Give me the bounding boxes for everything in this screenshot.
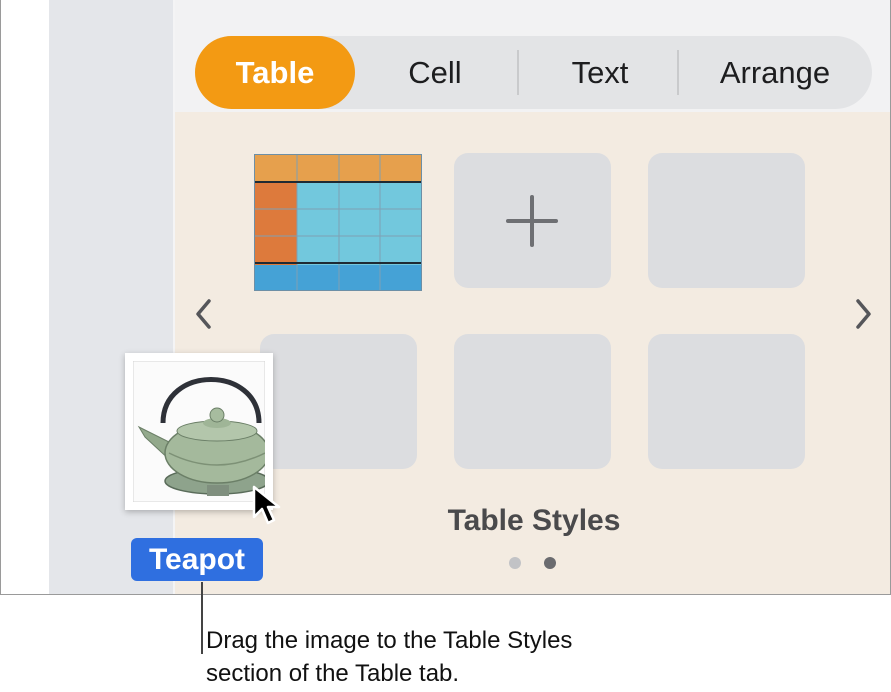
add-table-style-button[interactable] (454, 153, 611, 288)
tab-separator (677, 50, 679, 95)
pointer-cursor-icon (252, 485, 281, 525)
tab-text[interactable]: Text (525, 36, 675, 109)
table-style-slot[interactable] (648, 334, 805, 469)
table-style-swatch[interactable] (254, 154, 422, 291)
tab-table[interactable]: Table (195, 36, 355, 109)
table-style-slot[interactable] (454, 334, 611, 469)
canvas-edge (1, 0, 49, 594)
tab-cell[interactable]: Cell (355, 36, 515, 109)
plus-icon (530, 195, 534, 247)
callout-text: Drag the image to the Table Styles secti… (206, 627, 573, 687)
chevron-left-icon[interactable] (189, 296, 219, 332)
chevron-right-icon[interactable] (848, 296, 878, 332)
teapot-image (133, 361, 265, 502)
table-styles-title: Table Styles (447, 504, 621, 537)
table-style-slot[interactable] (260, 334, 417, 469)
table-style-preview (255, 155, 421, 290)
tab-bar: Table Cell Text Arrange (175, 0, 890, 112)
table-style-slot[interactable] (648, 153, 805, 288)
drag-label-badge: Teapot (131, 538, 263, 581)
tab-separator (517, 50, 519, 95)
tab-arrange[interactable]: Arrange (685, 36, 865, 109)
callout-line (201, 582, 203, 654)
tab-segmented-control: Table Cell Text Arrange (195, 36, 872, 109)
page-dot-current[interactable] (544, 557, 556, 569)
page-dot[interactable] (509, 557, 521, 569)
